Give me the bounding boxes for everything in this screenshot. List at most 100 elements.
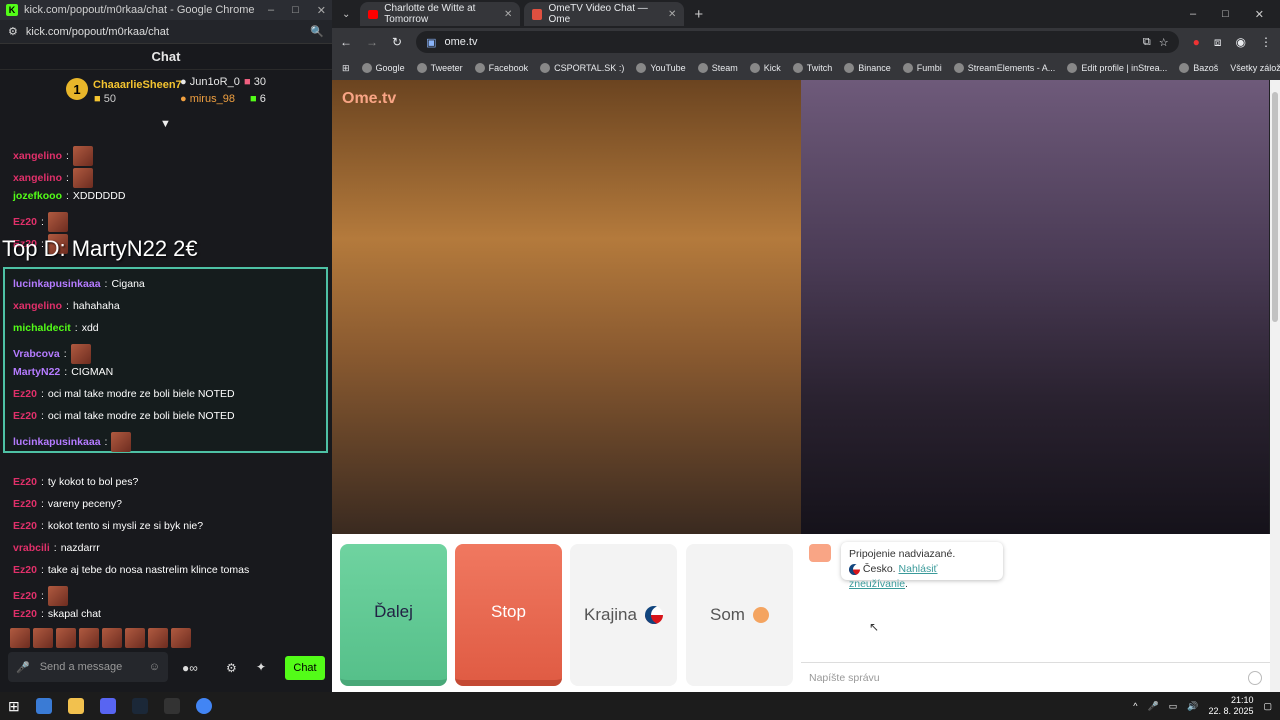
menu-icon[interactable]: ⋮ [1260, 35, 1272, 49]
emote[interactable] [171, 628, 191, 648]
message-input[interactable]: 🎤 Send a message ☺ [8, 652, 168, 682]
apps-icon[interactable]: ⊞ [342, 63, 350, 74]
chat-username[interactable]: Ez20 [13, 608, 37, 620]
bookmark-item[interactable]: Steam [697, 63, 738, 73]
emoji-icon[interactable]: ☺ [149, 661, 160, 673]
chat-username[interactable]: lucinkapusinkaaa [13, 436, 101, 448]
tab-youtube[interactable]: Charlotte de Witte at Tomorrow ✕ [360, 2, 521, 26]
microphone-icon[interactable]: 🎤 [1147, 701, 1158, 712]
steam-icon[interactable] [131, 698, 148, 714]
puzzle-icon[interactable]: ✦ [256, 660, 266, 674]
message-field[interactable]: Napíšte správu [801, 662, 1270, 692]
chat-username[interactable]: Ez20 [13, 564, 37, 576]
chat-username[interactable]: lucinkapusinkaaa [13, 278, 101, 290]
leader-third-name[interactable]: ● mirus_98 [180, 93, 235, 105]
close-icon[interactable]: ✕ [1255, 8, 1264, 21]
close-icon[interactable]: ✕ [317, 4, 326, 17]
window-controls[interactable]: – □ ✕ [1190, 8, 1280, 21]
stop-button[interactable]: Stop [455, 544, 562, 686]
gender-button[interactable]: Som [686, 544, 793, 686]
chat-username[interactable]: Ez20 [13, 388, 37, 400]
chat-username[interactable]: xangelino [13, 150, 62, 162]
chat-username[interactable]: Ez20 [13, 498, 37, 510]
next-button[interactable]: Ďalej [340, 544, 447, 686]
star-icon[interactable]: ☆ [1159, 36, 1169, 49]
chat-username[interactable]: Ez20 [13, 410, 37, 422]
maximize-icon[interactable]: □ [292, 4, 299, 17]
minimize-icon[interactable]: – [1190, 8, 1196, 21]
bookmark-item[interactable]: Google [361, 63, 405, 73]
windows-start-icon[interactable]: ⊞ [8, 698, 20, 715]
taskbar-app-icon[interactable] [163, 698, 180, 714]
leader-second-name[interactable]: ● Jun1oR_0 [180, 76, 240, 88]
forward-icon[interactable]: → [366, 35, 378, 49]
bookmark-item[interactable]: Tweeter [416, 63, 463, 73]
profile-icon[interactable]: ◉ [1236, 35, 1246, 49]
close-tab-icon[interactable]: ✕ [668, 9, 676, 20]
zoom-icon[interactable]: 🔍 [310, 25, 324, 38]
reload-icon[interactable]: ↻ [392, 35, 402, 49]
emote[interactable] [102, 628, 122, 648]
cast-icon[interactable]: ⧉ [1143, 36, 1151, 49]
notification-icon[interactable]: ▢ [1263, 701, 1272, 712]
taskbar-app-icon[interactable] [99, 698, 116, 714]
window-controls[interactable]: – □ ✕ [268, 4, 326, 17]
file-explorer-icon[interactable] [67, 698, 84, 714]
chat-username[interactable]: xangelino [13, 300, 62, 312]
channel-points-icon[interactable]: ●∞ [182, 661, 198, 675]
bookmark-item[interactable]: YouTube [636, 63, 686, 73]
chat-username[interactable]: Vrabcova [13, 348, 60, 360]
bookmark-item[interactable]: Binance [844, 63, 891, 73]
emote[interactable] [79, 628, 99, 648]
network-icon[interactable]: ▭ [1169, 701, 1178, 712]
site-info-icon[interactable]: ▣ [426, 36, 436, 49]
expand-arrow-icon[interactable]: ▼ [160, 118, 171, 130]
bookmark-item[interactable]: Kick [749, 63, 781, 73]
bookmark-item[interactable]: Twitch [792, 63, 832, 73]
chat-username[interactable]: vrabcili [13, 542, 50, 554]
extensions-icon[interactable]: ⧈ [1214, 35, 1222, 50]
site-settings-icon[interactable]: ⚙ [8, 25, 18, 38]
chat-username[interactable]: xangelino [13, 172, 62, 184]
chat-username[interactable]: michaldecit [13, 322, 71, 334]
chat-username[interactable]: Ez20 [13, 476, 37, 488]
chat-username[interactable]: MartyN22 [13, 366, 60, 378]
volume-icon[interactable]: 🔊 [1187, 701, 1198, 712]
emote[interactable] [125, 628, 145, 648]
bookmark-item[interactable]: Facebook [474, 63, 528, 73]
scrollbar-thumb[interactable] [1272, 92, 1278, 322]
chat-username[interactable]: Ez20 [13, 590, 37, 602]
chrome-icon[interactable] [195, 698, 212, 714]
minimize-icon[interactable]: – [268, 4, 274, 17]
leader-first-name[interactable]: ChaaarlieSheen7 [93, 79, 182, 91]
new-tab-icon[interactable]: + [688, 6, 709, 23]
close-tab-icon[interactable]: ✕ [504, 9, 512, 20]
back-icon[interactable]: ← [340, 35, 352, 49]
emote[interactable] [33, 628, 53, 648]
bookmark-item[interactable]: StreamElements - A... [953, 63, 1055, 73]
taskbar-app-icon[interactable] [35, 698, 52, 714]
chat-username[interactable]: Ez20 [13, 520, 37, 532]
page-scrollbar[interactable] [1270, 80, 1280, 692]
clock[interactable]: 21:10 22. 8. 2025 [1208, 695, 1253, 717]
bookmark-item[interactable]: CSPORTAL.SK :) [540, 63, 624, 73]
microphone-icon[interactable]: 🎤 [16, 661, 30, 674]
bookmark-item[interactable]: Fumbi [902, 63, 942, 73]
chat-username[interactable]: Ez20 [13, 216, 37, 228]
address-bar[interactable]: ▣ ome.tv ⧉ ☆ [416, 31, 1179, 53]
all-bookmarks[interactable]: Všetky záložky [1230, 63, 1280, 73]
country-button[interactable]: Krajina [570, 544, 677, 686]
extension-icon[interactable]: ● [1193, 35, 1200, 49]
emote[interactable] [10, 628, 30, 648]
send-chat-button[interactable]: Chat [285, 656, 325, 680]
tab-ometv[interactable]: OmeTV Video Chat — Ome ✕ [524, 2, 685, 26]
maximize-icon[interactable]: □ [1222, 8, 1229, 21]
chevron-up-icon[interactable]: ^ [1133, 701, 1137, 711]
bookmark-item[interactable]: Edit profile | inStrea... [1067, 63, 1167, 73]
tab-search-icon[interactable]: ⌄ [336, 9, 356, 20]
chat-username[interactable]: jozefkooo [13, 190, 62, 202]
emoji-icon[interactable] [1248, 670, 1262, 685]
emote[interactable] [148, 628, 168, 648]
emote[interactable] [56, 628, 76, 648]
gear-icon[interactable]: ⚙ [226, 661, 237, 675]
